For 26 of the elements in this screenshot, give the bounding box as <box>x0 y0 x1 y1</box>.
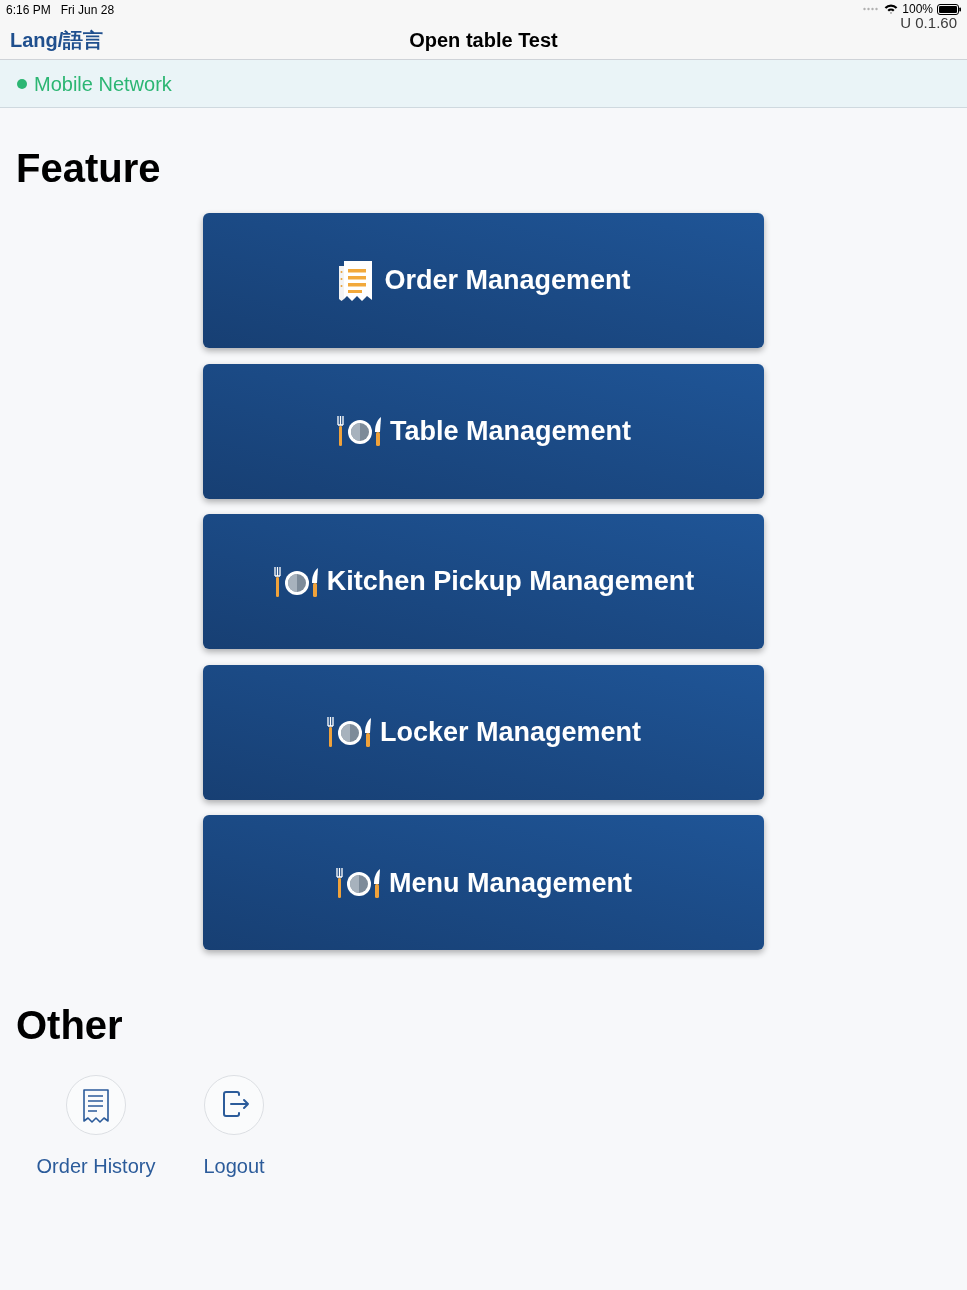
feature-button[interactable]: Table Management <box>203 363 764 499</box>
wifi-icon <box>884 4 899 14</box>
signal-dots-icon <box>863 7 879 11</box>
page-title: Open table Test <box>409 27 558 53</box>
status-dot-icon <box>17 78 27 89</box>
shortcut-button[interactable]: Logout <box>169 1075 299 1179</box>
fork-plate-knife-icon <box>272 565 319 598</box>
logout-icon <box>204 1075 264 1136</box>
network-status: Mobile Network <box>34 71 172 97</box>
fork-plate-knife-icon <box>335 415 382 448</box>
feature-button[interactable]: Kitchen Pickup Management <box>203 514 764 650</box>
feature-button[interactable]: Menu Management <box>203 815 764 951</box>
battery-icon <box>937 3 961 15</box>
section-heading: Other <box>16 1002 123 1050</box>
feature-button[interactable]: Order Management <box>203 213 764 348</box>
version-label: U 0.1.60 <box>900 15 957 30</box>
section-heading: Feature <box>16 145 161 192</box>
battery-percentage: 100% <box>902 3 933 15</box>
feature-button[interactable]: Locker Management <box>203 664 764 800</box>
language-button[interactable]: Lang/語言 <box>10 27 104 52</box>
fork-plate-knife-icon <box>335 866 381 899</box>
fork-plate-knife-icon <box>325 716 372 749</box>
status-date: Fri Jun 28 <box>60 4 115 16</box>
receipt-icon <box>66 1075 126 1136</box>
status-time: 6:16 PM <box>6 4 51 16</box>
shortcut-button[interactable]: Order History <box>31 1075 161 1179</box>
